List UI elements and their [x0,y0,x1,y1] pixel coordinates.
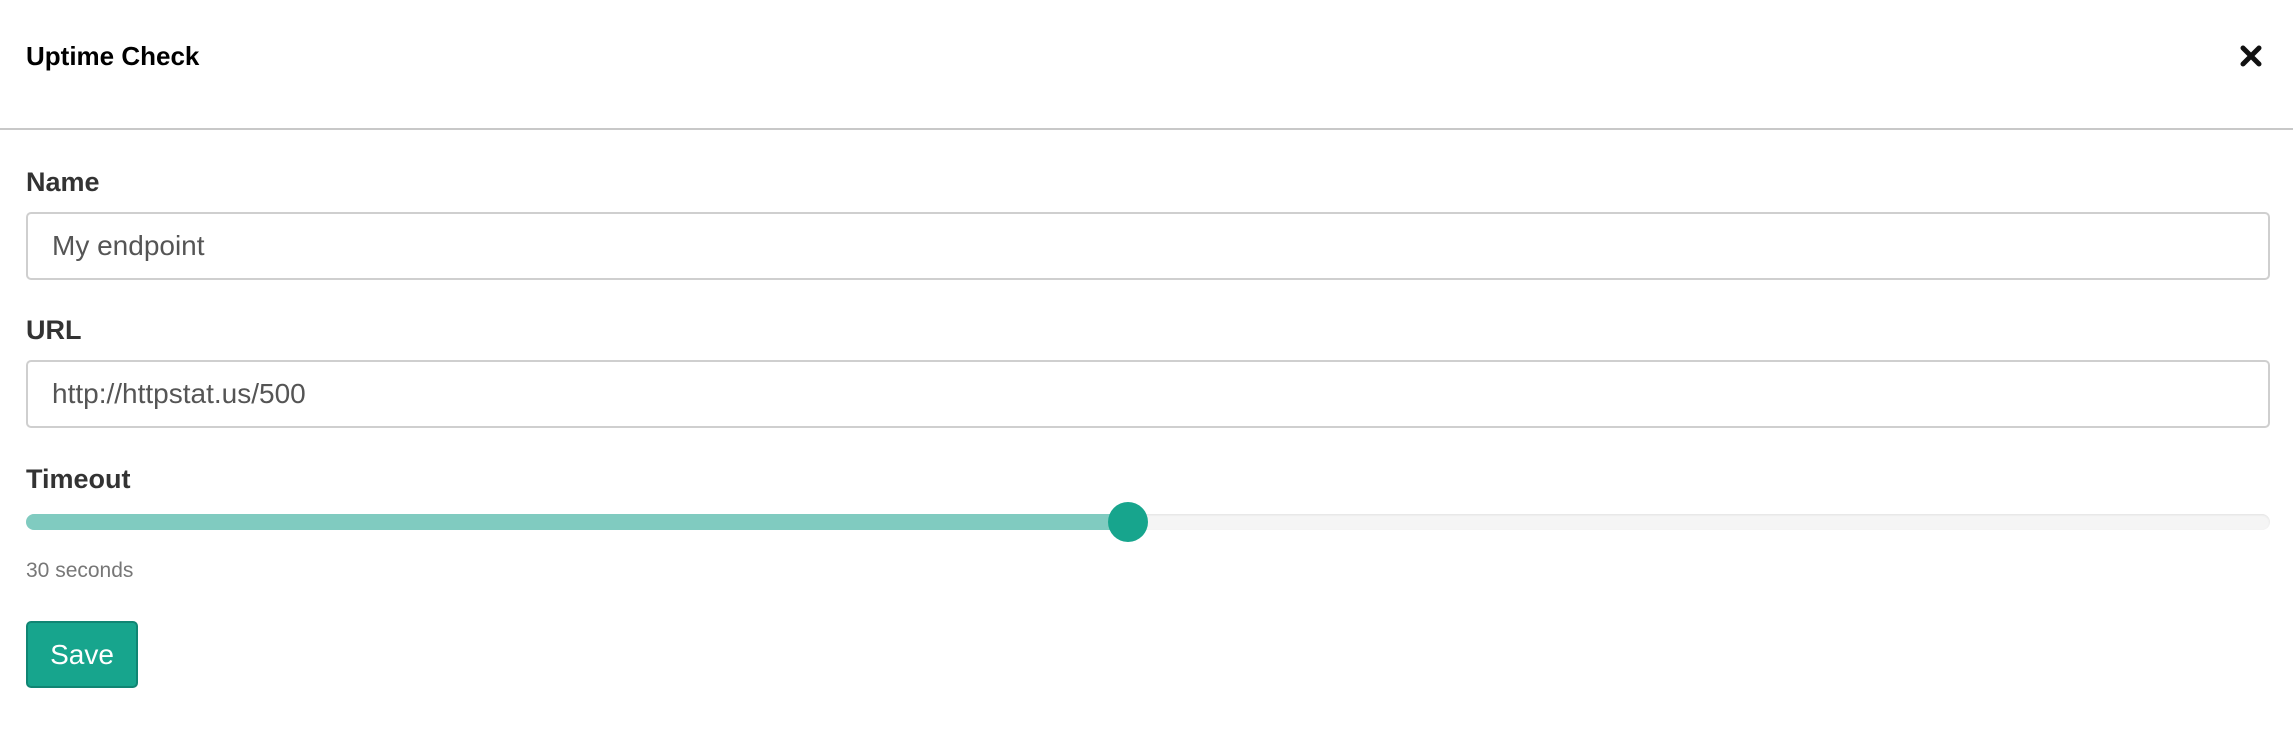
close-icon [2240,45,2262,67]
url-label: URL [26,315,82,345]
uptime-check-modal: Uptime Check Name URL Timeout 30 seconds… [0,0,2293,750]
name-label: Name [26,167,100,197]
timeout-label: Timeout [26,464,131,494]
slider-thumb[interactable] [1108,502,1148,542]
timeout-slider[interactable] [26,502,2270,542]
modal-header: Uptime Check [0,0,2293,130]
save-button[interactable]: Save [26,621,138,688]
url-input[interactable] [26,360,2270,428]
timeout-hint: 30 seconds [26,559,134,582]
modal-title: Uptime Check [26,41,200,71]
close-button[interactable] [2231,36,2271,76]
name-input[interactable] [26,212,2270,280]
slider-fill [26,514,1128,530]
